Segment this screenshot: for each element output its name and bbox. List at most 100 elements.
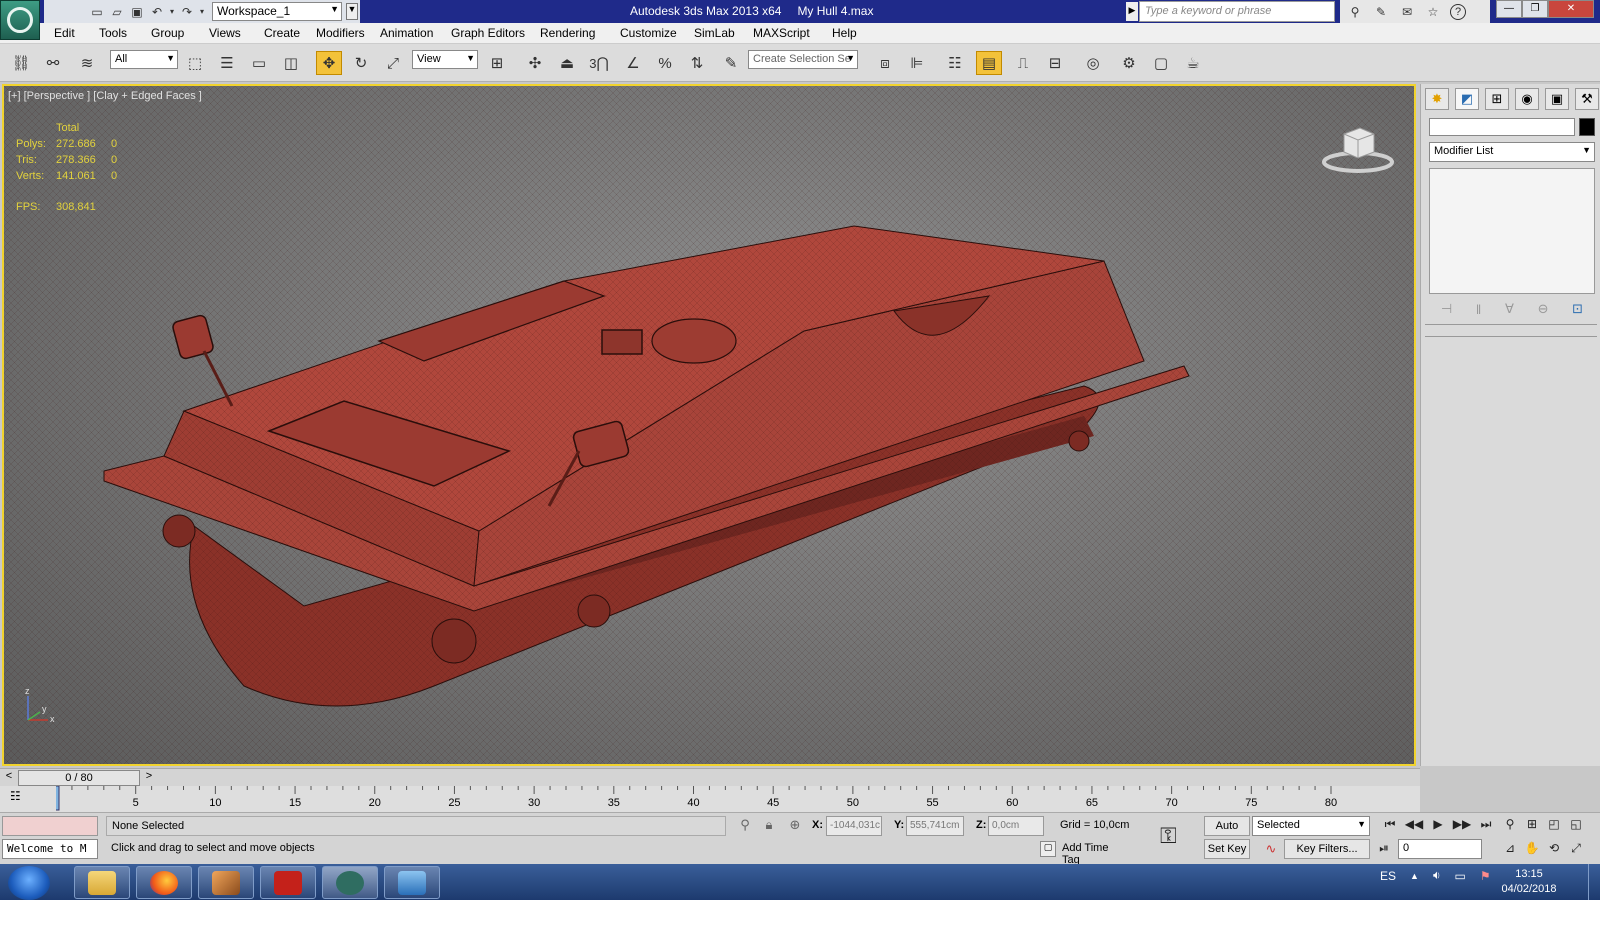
taskbar-explorer[interactable] [74, 866, 130, 899]
current-frame-field[interactable]: 0 [1398, 839, 1482, 859]
menu-customize[interactable]: Customize [620, 26, 677, 40]
system-clock[interactable]: 13:15 04/02/2018 [1494, 867, 1564, 897]
window-crossing-icon[interactable]: ◫ [278, 51, 304, 75]
track-bar[interactable]: ☷ 5 10 15 20 25 30 35 40 45 50 55 60 65 70 75 80 [0, 786, 1420, 812]
zoom-extents-all-icon[interactable]: ◱ [1566, 817, 1586, 835]
select-and-move-icon[interactable]: ✥ [316, 51, 342, 75]
taskbar-photos[interactable] [384, 866, 440, 899]
open-mini-curve-editor-icon[interactable]: ☷ [10, 789, 32, 807]
language-indicator[interactable]: ES [1380, 869, 1396, 883]
unlink-icon[interactable]: ⚯ [40, 51, 66, 75]
schematic-view-icon[interactable]: ⊟ [1042, 51, 1068, 75]
taskbar-acrobat[interactable] [260, 866, 316, 899]
taskbar-blender[interactable] [198, 866, 254, 899]
network-icon[interactable]: ▭ [1455, 869, 1466, 883]
selection-filter-dropdown[interactable]: All ▼ [110, 50, 178, 69]
set-key-icon[interactable]: ⚿ [1160, 823, 1177, 849]
spinner-snap-icon[interactable]: ⇅ [684, 51, 710, 75]
graphite-ribbon-icon[interactable]: ▤ [976, 51, 1002, 75]
play-icon[interactable]: ▶ [1428, 817, 1448, 835]
maximize-viewport-icon[interactable]: ⤢ [1566, 841, 1586, 859]
key-filters-button[interactable]: Key Filters... [1284, 839, 1370, 859]
perspective-viewport[interactable]: [+] [Perspective ] [Clay + Edged Faces ]… [2, 84, 1416, 766]
redo-icon[interactable]: ↷ [178, 4, 196, 20]
menu-group[interactable]: Group [151, 26, 184, 40]
next-frame-icon[interactable]: ▶▶ [1452, 817, 1472, 835]
bind-space-warp-icon[interactable]: ≋ [74, 51, 100, 75]
menu-maxscript[interactable]: MAXScript [753, 26, 810, 40]
select-and-scale-icon[interactable]: ⤢ [380, 51, 406, 75]
zoom-all-icon[interactable]: ⊞ [1522, 817, 1542, 835]
orbit-icon[interactable]: ⟲ [1544, 841, 1564, 859]
menu-animation[interactable]: Animation [380, 26, 433, 40]
display-tab-icon[interactable]: ▣ [1545, 88, 1569, 110]
rendered-frame-window-icon[interactable]: ▢ [1148, 51, 1174, 75]
redo-dropdown-icon[interactable]: ▾ [198, 4, 206, 20]
angle-snap-icon[interactable]: ∠ [620, 51, 646, 75]
edit-named-selection-icon[interactable]: ✎ [718, 51, 744, 75]
modifier-list-dropdown[interactable]: Modifier List ▼ [1429, 142, 1595, 162]
named-selection-dropdown[interactable]: Create Selection Se ▼ [748, 50, 858, 69]
make-unique-icon[interactable]: ∀ [1505, 301, 1514, 317]
menu-tools[interactable]: Tools [99, 26, 127, 40]
default-in-out-tangent-icon[interactable]: ∿ [1262, 841, 1280, 859]
help-icon[interactable]: ? [1450, 3, 1466, 20]
goto-start-icon[interactable]: ⏮ [1380, 817, 1400, 835]
create-tab-icon[interactable]: ✸ [1425, 88, 1449, 110]
percent-snap-icon[interactable]: % [652, 51, 678, 75]
application-button[interactable] [0, 0, 40, 40]
taskbar-3dsmax[interactable] [322, 866, 378, 899]
layer-manager-icon[interactable]: ☷ [942, 51, 968, 75]
pan-view-icon[interactable]: ✋ [1522, 841, 1542, 859]
y-coordinate-field[interactable]: 555,741cm [906, 816, 964, 836]
time-slider-prev-icon[interactable]: < [2, 770, 16, 786]
menu-simlab[interactable]: SimLab [694, 26, 735, 40]
set-key-button[interactable]: Set Key [1204, 839, 1250, 859]
rectangular-selection-icon[interactable]: ▭ [246, 51, 272, 75]
qat-customize-icon[interactable]: ▼ [346, 3, 358, 20]
new-file-icon[interactable]: ▭ [88, 4, 106, 20]
add-time-tag[interactable]: ▢ Add Time Tag [1038, 839, 1150, 866]
key-mode-toggle-icon[interactable]: ⏯ [1374, 841, 1394, 859]
reference-coordinate-dropdown[interactable]: View ▼ [412, 50, 478, 69]
maxscript-listener-mini[interactable] [2, 816, 98, 836]
select-object-icon[interactable]: ⬚ [182, 51, 208, 75]
search-expand-icon[interactable]: ▶ [1126, 2, 1138, 21]
menu-graph-editors[interactable]: Graph Editors [451, 26, 525, 40]
remove-modifier-icon[interactable]: ⊖ [1538, 301, 1549, 317]
taskbar-firefox[interactable] [136, 866, 192, 899]
render-production-icon[interactable]: ☕ [1180, 51, 1206, 75]
material-editor-icon[interactable]: ◎ [1080, 51, 1106, 75]
motion-tab-icon[interactable]: ◉ [1515, 88, 1539, 110]
object-color-swatch[interactable] [1579, 118, 1595, 136]
show-hidden-icons-icon[interactable]: ▲ [1410, 871, 1419, 881]
restore-button[interactable]: ❐ [1522, 0, 1548, 18]
binoculars-icon[interactable]: ⚲ [1346, 4, 1364, 20]
menu-modifiers[interactable]: Modifiers [316, 26, 365, 40]
menu-edit[interactable]: Edit [54, 26, 75, 40]
x-coordinate-field[interactable]: -1044,031c [826, 816, 882, 836]
favorites-star-icon[interactable]: ☆ [1424, 4, 1442, 20]
volume-icon[interactable]: 🔉︎ [1433, 868, 1441, 883]
object-name-field[interactable] [1429, 118, 1575, 136]
modify-tab-icon[interactable]: ◩ [1455, 88, 1479, 110]
subscription-icon[interactable]: ✎ [1372, 4, 1390, 20]
menu-create[interactable]: Create [264, 26, 300, 40]
hierarchy-tab-icon[interactable]: ⊞ [1485, 88, 1509, 110]
utilities-tab-icon[interactable]: ⚒ [1575, 88, 1599, 110]
start-button[interactable] [8, 866, 50, 900]
show-desktop-button[interactable] [1588, 864, 1600, 900]
undo-dropdown-icon[interactable]: ▾ [168, 4, 176, 20]
select-and-link-icon[interactable]: ⛓ [8, 51, 34, 75]
zoom-icon[interactable]: ⚲ [1500, 817, 1520, 835]
minimize-button[interactable]: — [1496, 0, 1522, 18]
previous-frame-icon[interactable]: ◀◀ [1404, 817, 1424, 835]
maxscript-listener-input[interactable]: Welcome to M [2, 839, 98, 859]
menu-rendering[interactable]: Rendering [540, 26, 595, 40]
viewcube-icon[interactable] [1322, 120, 1394, 174]
align-icon[interactable]: ⊫ [904, 51, 930, 75]
current-frame-marker[interactable] [56, 786, 60, 811]
action-center-icon[interactable]: ⚑ [1480, 869, 1491, 883]
keyboard-shortcut-override-icon[interactable]: ⏏ [554, 51, 580, 75]
field-of-view-icon[interactable]: ⊿ [1500, 841, 1520, 859]
